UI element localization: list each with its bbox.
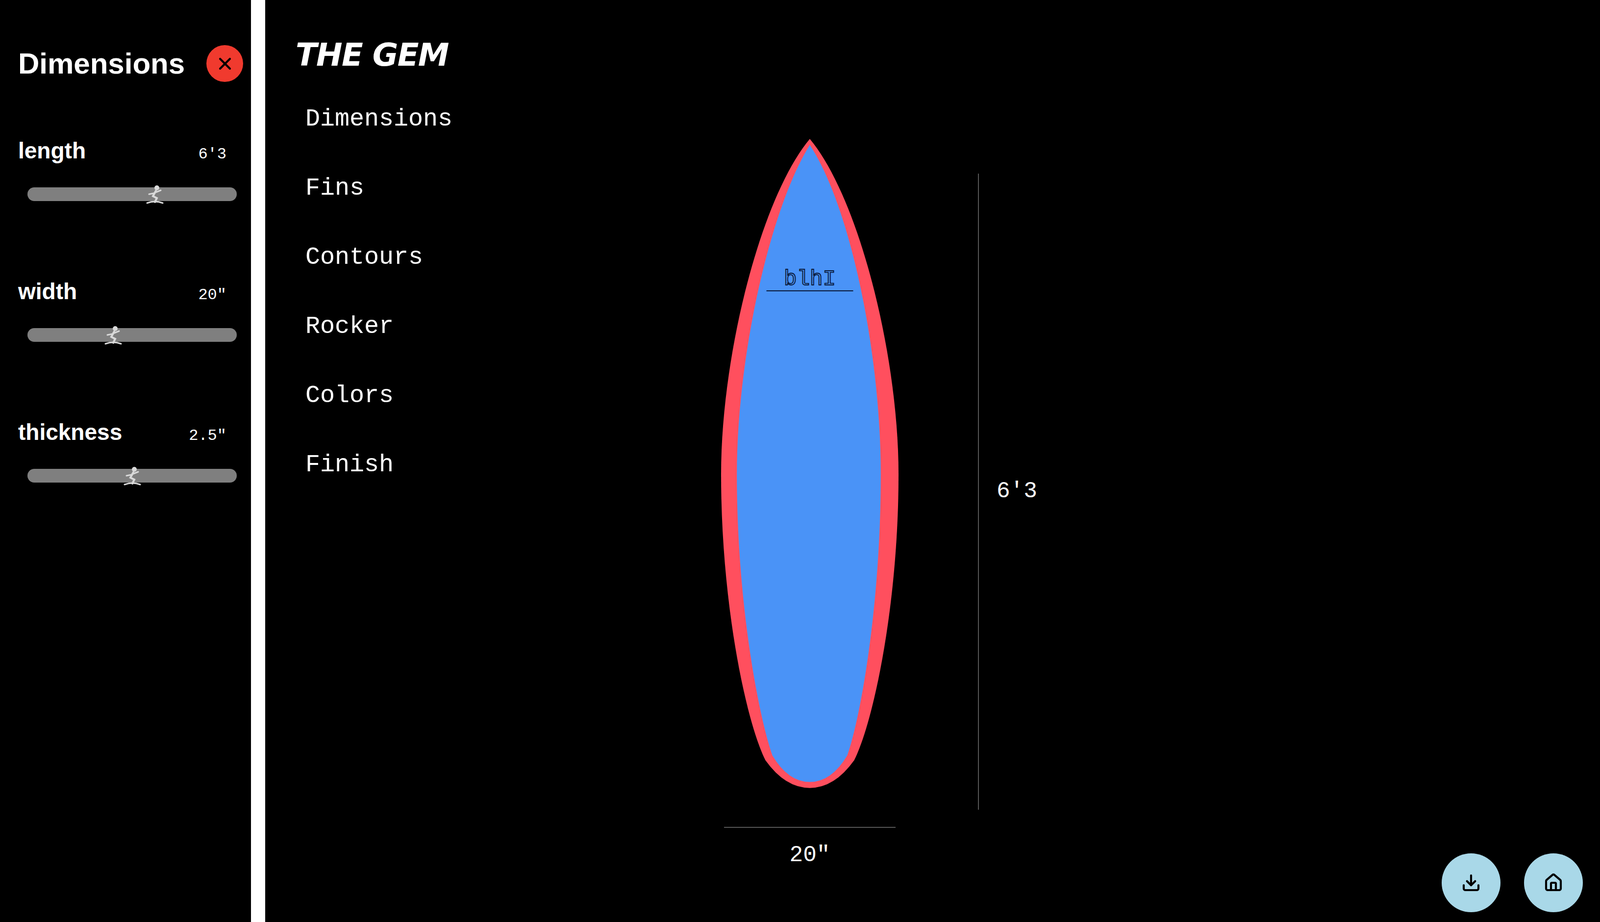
surfer-icon[interactable] bbox=[144, 183, 166, 205]
home-icon bbox=[1543, 872, 1564, 893]
slider-list: length 6'3 width 20" thickness 2.5" bbox=[18, 133, 244, 483]
panel-header: Dimensions bbox=[18, 45, 244, 82]
download-button[interactable] bbox=[1441, 852, 1501, 912]
slider-thumb[interactable] bbox=[121, 464, 144, 487]
slider-track[interactable] bbox=[27, 187, 237, 201]
home-button[interactable] bbox=[1524, 852, 1583, 912]
menu-column: THE GEM Dimensions Fins Contours Rocker Color… bbox=[265, 0, 722, 480]
menu-item[interactable]: Dimensions bbox=[305, 103, 722, 134]
board-designer: THE GEM Dimensions Fins Contours Rocker Color… bbox=[265, 0, 1600, 922]
download-icon bbox=[1461, 872, 1481, 893]
surfer-icon[interactable] bbox=[102, 324, 125, 346]
brand-logo: blhI bbox=[783, 266, 836, 292]
slider-thumb[interactable] bbox=[102, 324, 125, 346]
slider-label: width bbox=[18, 274, 77, 309]
width-label: 20" bbox=[789, 838, 831, 873]
slider-track[interactable] bbox=[27, 468, 237, 483]
slider-value: 20" bbox=[198, 283, 227, 307]
board-column: blhI 20" bbox=[721, 129, 899, 873]
close-button[interactable] bbox=[206, 45, 244, 82]
dimension-control: width 20" bbox=[18, 274, 244, 342]
dimensions-panel: Dimensions length 6'3 width 20" thickness 2.5" bbox=[0, 0, 251, 922]
menu-item[interactable]: Colors bbox=[305, 380, 722, 411]
length-indicator: 6'3 bbox=[977, 173, 1038, 810]
dimension-control: length 6'3 bbox=[18, 133, 244, 201]
model-title: THE GEM bbox=[295, 35, 722, 75]
length-line bbox=[977, 173, 979, 810]
slider-track[interactable] bbox=[27, 327, 237, 342]
surfboard: blhI bbox=[721, 129, 899, 800]
panel-title: Dimensions bbox=[18, 45, 185, 82]
width-line bbox=[724, 826, 896, 828]
menu-item[interactable]: Finish bbox=[305, 449, 722, 480]
menu-item[interactable]: Fins bbox=[305, 173, 722, 203]
app: Dimensions length 6'3 width 20" thickness 2.5"… bbox=[0, 0, 1600, 922]
slider-label: length bbox=[18, 133, 86, 168]
slider-header: length 6'3 bbox=[18, 133, 227, 168]
slider-header: thickness 2.5" bbox=[18, 415, 227, 450]
slider-value: 2.5" bbox=[188, 424, 227, 448]
surfer-icon[interactable] bbox=[121, 464, 144, 487]
menu-item[interactable]: Rocker bbox=[305, 311, 722, 342]
slider-value: 6'3 bbox=[198, 142, 227, 167]
dimension-control: thickness 2.5" bbox=[18, 415, 244, 483]
action-buttons bbox=[1441, 852, 1583, 912]
slider-thumb[interactable] bbox=[144, 183, 166, 205]
slider-header: width 20" bbox=[18, 274, 227, 309]
divider bbox=[250, 0, 266, 922]
menu-item[interactable]: Contours bbox=[305, 242, 722, 273]
design-menu: Dimensions Fins Contours Rocker Colors Finish bbox=[295, 103, 722, 480]
length-label: 6'3 bbox=[996, 474, 1038, 509]
slider-label: thickness bbox=[18, 415, 123, 450]
close-icon bbox=[215, 53, 235, 74]
